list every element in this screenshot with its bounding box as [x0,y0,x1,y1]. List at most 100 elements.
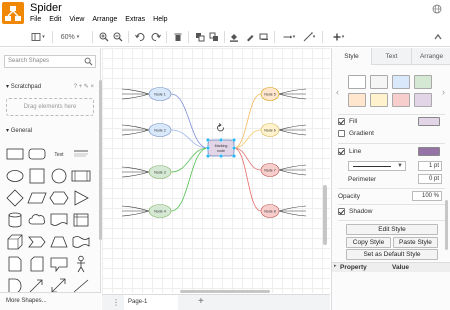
parallelogram-shape-icon[interactable] [26,188,48,208]
gradient-row[interactable]: Gradient [338,130,374,137]
scratchpad-header[interactable]: ▾ Scratchpad ? + ✎ × [0,81,100,93]
zoom-out-icon[interactable] [112,31,124,43]
trapezoid-shape-icon[interactable] [48,232,70,252]
style-swatch[interactable] [392,75,410,89]
mind-map-node-8[interactable]: Node 8 [260,204,280,218]
style-swatch[interactable] [414,75,432,89]
edge-2[interactable] [170,129,209,149]
search-shapes-input[interactable]: Search Shapes [4,55,96,68]
line-width-input[interactable]: 1 pt [418,161,442,171]
page-tab-1[interactable]: Page-1 [124,295,178,310]
line-pattern-select[interactable]: ▼ [348,161,406,171]
undo-icon[interactable] [134,31,146,43]
connection-style-icon[interactable]: ▾ [280,31,298,43]
leaf-line[interactable] [278,129,307,136]
cylinder-shape-icon[interactable] [4,210,26,230]
redo-icon[interactable] [150,31,162,43]
canvas-horizontal-scrollbar[interactable] [180,290,270,293]
tab-style[interactable]: Style [332,48,371,65]
menu-extras[interactable]: Extras [125,16,145,23]
shadow-checkbox[interactable] [338,208,345,215]
mind-map-node-2[interactable]: Node 2 [148,123,172,137]
waypoints-icon[interactable]: ▾ [300,31,318,43]
edge-6[interactable] [233,129,262,149]
style-swatch[interactable] [370,75,388,89]
note-shape-icon[interactable] [4,254,26,274]
to-front-icon[interactable] [194,31,206,43]
to-back-icon[interactable] [208,31,220,43]
leaf-line[interactable] [278,124,307,131]
rotate-handle-icon[interactable] [217,123,224,132]
diagram-canvas[interactable]: Node 1 Node 2 Node 3 Node 4 Node 5 Node 6 Node… [102,48,330,293]
leaf-line[interactable] [278,169,307,176]
more-shapes-button[interactable]: More Shapes... [0,292,101,310]
paste-style-button[interactable]: Paste Style [393,237,438,248]
leaf-line[interactable] [121,93,150,100]
style-swatch[interactable] [414,93,432,107]
edge-1[interactable] [170,93,209,149]
fill-color-icon[interactable] [228,31,240,43]
general-header[interactable]: ▾ General [0,125,100,137]
expand-icon[interactable]: ▸ [334,263,337,269]
document-title[interactable]: Spider [30,2,62,14]
cube-shape-icon[interactable] [4,232,26,252]
canvas-vertical-scrollbar[interactable] [323,185,327,245]
zoom-in-icon[interactable] [98,31,110,43]
gradient-checkbox[interactable] [338,130,345,137]
edge-8[interactable] [233,147,262,212]
leaf-line[interactable] [121,124,150,131]
swatch-next-icon[interactable]: › [442,87,445,97]
fill-row[interactable]: Fill [338,118,357,125]
line-checkbox[interactable] [338,148,345,155]
perimeter-input[interactable]: 0 pt [418,174,442,184]
edge-4[interactable] [170,147,209,212]
globe-icon[interactable] [432,4,442,14]
add-page-icon[interactable]: + [198,296,204,307]
leaf-line[interactable] [121,205,150,212]
shadow-icon[interactable] [258,31,270,43]
leaf-line[interactable] [278,88,307,95]
internal-storage-shape-icon[interactable] [70,210,92,230]
search-icon[interactable] [84,57,93,66]
fill-color-picker[interactable] [418,117,440,126]
leaf-line[interactable] [121,129,150,136]
panel-scrollbar[interactable] [445,200,448,250]
tab-text[interactable]: Text [371,48,411,65]
leaf-line[interactable] [278,210,307,217]
format-panel-toggle-icon[interactable]: ▾ [30,31,46,43]
leaf-line[interactable] [121,166,150,173]
triangle-shape-icon[interactable] [70,188,92,208]
mind-map-node-7[interactable]: Node 7 [260,163,280,177]
menu-view[interactable]: View [69,16,84,23]
edge-3[interactable] [170,147,209,173]
menu-file[interactable]: File [30,16,41,23]
line-color-picker[interactable] [418,147,440,156]
style-swatch[interactable] [348,93,366,107]
hexagon-shape-icon[interactable] [48,188,70,208]
leaf-line[interactable] [121,210,150,217]
leaf-line[interactable] [121,88,150,95]
leaf-line[interactable] [278,164,307,171]
mind-map-node-5[interactable]: Node 5 [260,87,280,101]
mind-map-node-3[interactable]: Node 3 [148,165,172,179]
delete-icon[interactable] [172,31,184,43]
leaf-line[interactable] [121,171,150,178]
square-shape-icon[interactable] [26,166,48,186]
line-color-icon[interactable] [244,31,256,43]
document-shape-icon[interactable] [48,210,70,230]
tape-shape-icon[interactable] [70,232,92,252]
edge-7[interactable] [233,147,262,171]
collapse-up-icon[interactable] [432,31,444,43]
scratchpad-dropzone[interactable]: Drag elements here [6,98,94,116]
copy-style-button[interactable]: Copy Style [346,237,391,248]
center-node[interactable]: Marking node [207,139,235,157]
line-row[interactable]: Line [338,148,361,155]
textbox-shape-icon[interactable] [70,144,92,164]
style-swatch[interactable] [348,75,366,89]
edit-style-button[interactable]: Edit Style [346,224,438,235]
mind-map-node-1[interactable]: Node 1 [148,87,172,101]
menu-edit[interactable]: Edit [49,16,61,23]
actor-shape-icon[interactable] [70,254,92,274]
diamond-shape-icon[interactable] [4,188,26,208]
tab-arrange[interactable]: Arrange [411,48,450,65]
